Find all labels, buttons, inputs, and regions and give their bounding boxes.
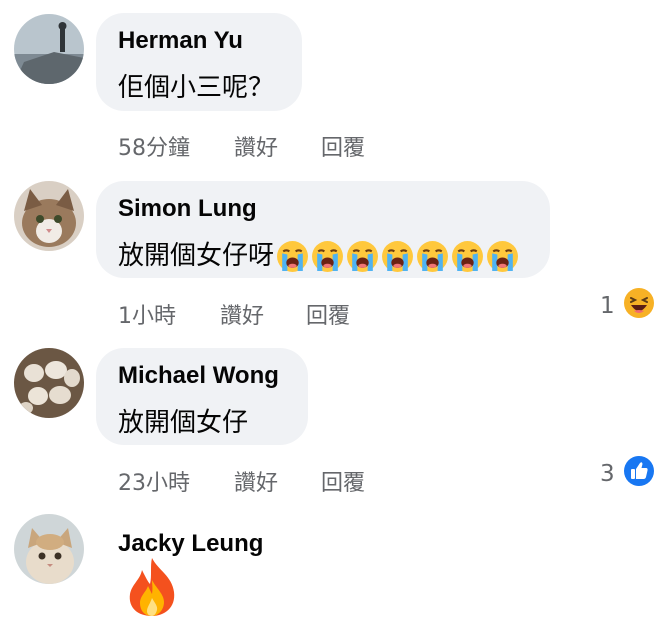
haha-reaction-icon bbox=[623, 287, 655, 325]
comment-bubble: Michael Wong 放開個女仔 bbox=[96, 348, 308, 445]
reply-button[interactable]: 回覆 bbox=[306, 298, 350, 330]
comment-timestamp[interactable]: 1小時 bbox=[118, 298, 176, 330]
crying-face-icon bbox=[311, 240, 344, 273]
reply-button[interactable]: 回覆 bbox=[321, 130, 365, 162]
crying-face-icon bbox=[451, 240, 484, 273]
crying-face-icon bbox=[381, 240, 414, 273]
like-button[interactable]: 讚好 bbox=[220, 298, 264, 330]
crying-face-icon bbox=[276, 240, 309, 273]
comment-author[interactable]: Jacky Leung bbox=[118, 530, 263, 558]
comment-author[interactable]: Herman Yu bbox=[118, 27, 243, 55]
comment-author[interactable]: Michael Wong bbox=[118, 362, 279, 390]
like-button[interactable]: 讚好 bbox=[234, 130, 278, 162]
comment-text: 放開個女仔 bbox=[118, 408, 249, 438]
comment-text: 放開個女仔呀 bbox=[118, 235, 519, 273]
comment-bubble: Simon Lung 放開個女仔呀 bbox=[96, 181, 550, 278]
fire-icon bbox=[120, 556, 184, 620]
emoji-row bbox=[276, 240, 519, 273]
reaction-summary[interactable]: 3 bbox=[600, 455, 655, 493]
comment-bubble: Herman Yu 佢個小三呢？ bbox=[96, 13, 302, 111]
like-button[interactable]: 讚好 bbox=[234, 465, 278, 497]
like-reaction-icon bbox=[623, 455, 655, 493]
comment-timestamp[interactable]: 58分鐘 bbox=[118, 130, 190, 162]
comment-text-body: 放開個女仔呀 bbox=[118, 241, 275, 271]
crying-face-icon bbox=[486, 240, 519, 273]
reaction-count: 3 bbox=[600, 461, 615, 487]
comment-author[interactable]: Simon Lung bbox=[118, 195, 257, 223]
avatar[interactable] bbox=[14, 181, 84, 251]
comment-timestamp[interactable]: 23小時 bbox=[118, 465, 190, 497]
avatar[interactable] bbox=[14, 14, 84, 84]
reaction-count: 1 bbox=[600, 293, 615, 319]
reply-button[interactable]: 回覆 bbox=[321, 465, 365, 497]
comment-text: 佢個小三呢？ bbox=[118, 73, 275, 103]
crying-face-icon bbox=[416, 240, 449, 273]
avatar[interactable] bbox=[14, 514, 84, 584]
avatar[interactable] bbox=[14, 348, 84, 418]
crying-face-icon bbox=[346, 240, 379, 273]
reaction-summary[interactable]: 1 bbox=[600, 287, 655, 325]
